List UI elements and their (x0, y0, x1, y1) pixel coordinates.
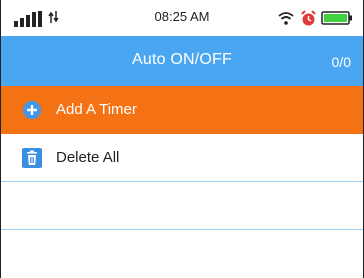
phone-screen: 08:25 AM Auto ON/OFF 0/0 Add A Timer Del… (0, 0, 364, 278)
delete-all-button[interactable]: Delete All (1, 134, 363, 182)
delete-all-label: Delete All (56, 149, 120, 166)
wifi-icon (278, 12, 294, 25)
add-timer-button[interactable]: Add A Timer (1, 86, 363, 134)
list-item (1, 182, 363, 230)
app-bar: Auto ON/OFF 0/0 (1, 36, 363, 86)
alarm-icon (301, 10, 316, 26)
timer-count: 0/0 (331, 54, 351, 70)
add-circle-icon (23, 101, 41, 119)
battery-icon (321, 11, 352, 25)
status-bar: 08:25 AM (1, 0, 363, 36)
trash-icon (22, 148, 42, 168)
page-title: Auto ON/OFF (132, 51, 232, 68)
list-item (1, 230, 363, 278)
add-timer-label: Add A Timer (56, 101, 137, 118)
